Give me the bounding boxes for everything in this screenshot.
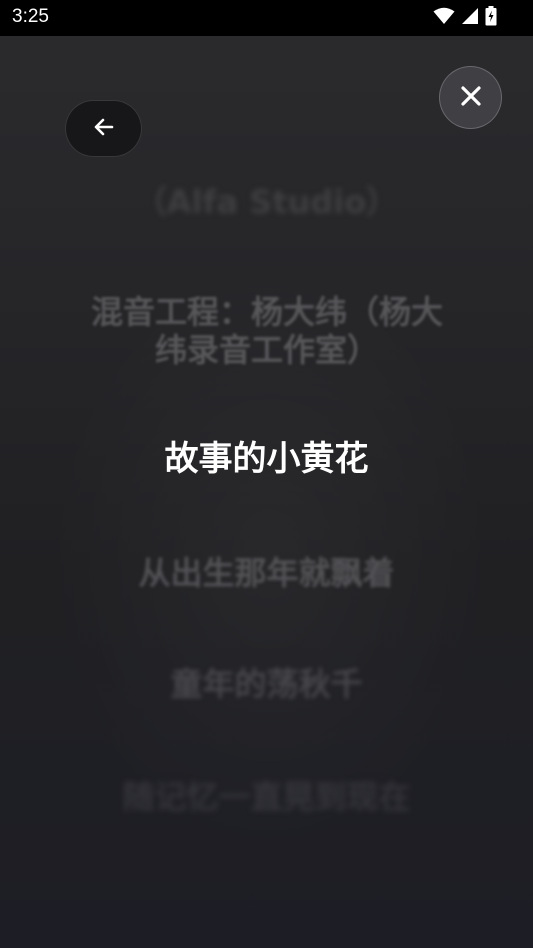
- lyric-line[interactable]: 随记忆一直晃到现在: [60, 778, 473, 816]
- battery-charging-icon: [485, 6, 497, 30]
- lyric-line[interactable]: 从出生那年就飘着: [60, 554, 473, 592]
- close-icon: [459, 84, 483, 112]
- close-button[interactable]: [439, 66, 502, 129]
- lyric-line[interactable]: （Alfa Studio）: [60, 183, 473, 221]
- current-lyric-line[interactable]: 故事的小黄花: [60, 440, 473, 478]
- lyrics-screen: 3:25 （Alfa Studio） 混音工程：杨大纬（杨大纬录音工作室） 故事…: [0, 0, 533, 948]
- arrow-left-icon: [92, 115, 116, 143]
- status-time: 3:25: [12, 6, 49, 27]
- back-button[interactable]: [66, 101, 141, 156]
- lyric-line[interactable]: 混音工程：杨大纬（杨大纬录音工作室）: [77, 293, 457, 369]
- lyric-line[interactable]: 童年的荡秋千: [60, 665, 473, 703]
